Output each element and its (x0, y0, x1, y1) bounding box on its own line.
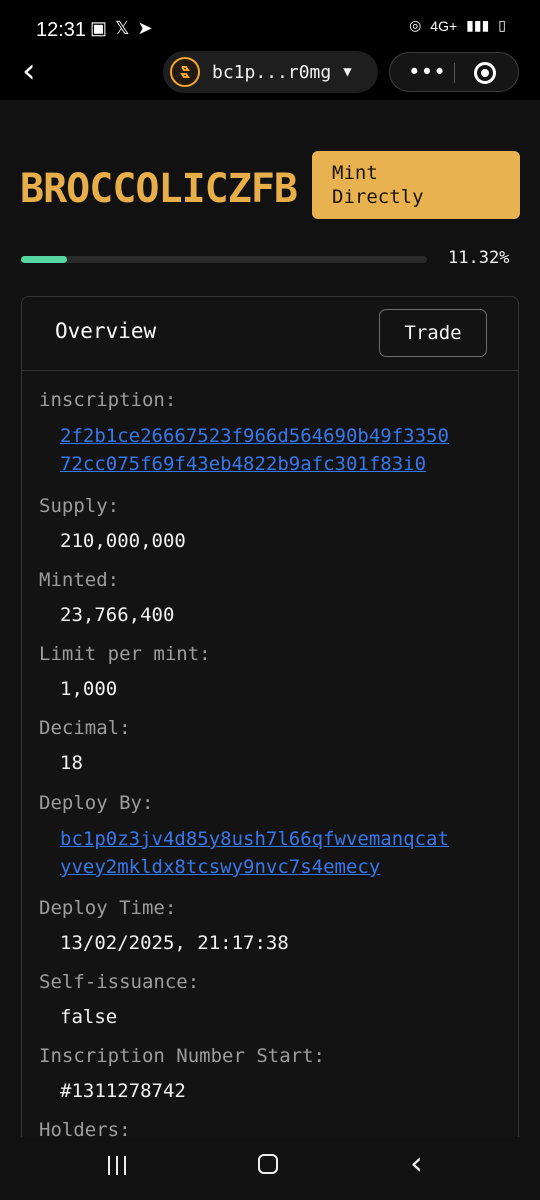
token-name: BROCCOLICZFB (20, 166, 298, 212)
system-status-icons: ◎ 4G+ ▮▮▮ ▯ (409, 17, 506, 34)
notification-icons: ▣ 𝕏 ➤ (90, 18, 153, 39)
supply-row: Supply: 210,000,000 (39, 494, 503, 554)
minted-value: 23,766,400 (60, 604, 175, 626)
target-icon[interactable] (474, 62, 496, 84)
chain-icon (180, 66, 190, 78)
limit-row: Limit per mint: 1,000 (39, 642, 503, 702)
tab-overview[interactable]: Overview (55, 319, 156, 343)
gallery-icon: ▣ (90, 18, 108, 38)
inscription-link[interactable]: 2f2b1ce26667523f966d564690b49f3350 72cc0… (60, 422, 500, 478)
inscription-start-row: Inscription Number Start: #1311278742 (39, 1044, 503, 1104)
decimal-value: 18 (60, 752, 83, 774)
card-header: Overview Trade (22, 297, 518, 371)
mint-progress-percent: 11.32% (448, 248, 510, 268)
limit-label: Limit per mint: (39, 643, 211, 665)
system-back-button[interactable]: ‹ (410, 1147, 430, 1179)
decimal-label: Decimal: (39, 717, 131, 739)
deploy-time-row: Deploy Time: 13/02/2025, 21:17:38 (39, 896, 503, 956)
divider (454, 63, 455, 83)
deploy-by-label: Deploy By: (39, 792, 154, 814)
wallet-selector[interactable]: bc1p...r0mg ▼ (163, 51, 378, 93)
battery-icon: ▯ (498, 17, 506, 33)
network-type: 4G+ (430, 17, 458, 34)
home-button[interactable] (258, 1154, 278, 1174)
status-time: 12:31 (36, 19, 87, 41)
app-bar: ‹ bc1p...r0mg ▼ ••• (0, 44, 540, 100)
mini-app-controls: ••• (389, 52, 519, 92)
back-button[interactable]: ‹ (22, 54, 48, 88)
mint-progress-fill (21, 256, 67, 263)
self-issuance-row: Self-issuance: false (39, 970, 503, 1030)
deploy-time-label: Deploy Time: (39, 897, 177, 919)
minted-label: Minted: (39, 569, 120, 591)
limit-value: 1,000 (60, 678, 118, 700)
signal-icon: ▮▮▮ (466, 17, 490, 33)
supply-value: 210,000,000 (60, 530, 186, 552)
android-navigation-bar: ‹ (0, 1137, 540, 1200)
more-icon[interactable]: ••• (408, 62, 446, 83)
deploy-by-row: Deploy By: bc1p0z3jv4d85y8ush7l66qfwvema… (39, 791, 503, 881)
inscription-label: inscription: (39, 389, 177, 411)
inscription-row: inscription: 2f2b1ce26667523f966d564690b… (39, 388, 503, 478)
decimal-row: Decimal: 18 (39, 716, 503, 776)
caret-down-icon: ▼ (343, 64, 352, 80)
self-issuance-value: false (60, 1006, 118, 1028)
self-issuance-label: Self-issuance: (39, 971, 200, 993)
recent-apps-button[interactable] (105, 1154, 129, 1178)
recent-line-icon (116, 1156, 118, 1175)
recent-line-icon (124, 1156, 126, 1175)
hotspot-icon: ◎ (409, 17, 422, 33)
supply-label: Supply: (39, 495, 120, 517)
token-details-card: Overview Trade inscription: 2f2b1ce26667… (21, 296, 519, 1196)
inscription-start-label: Inscription Number Start: (39, 1045, 325, 1067)
mint-directly-button[interactable]: Mint Directly (312, 151, 520, 219)
wallet-logo-icon (170, 57, 200, 87)
inscription-start-value: #1311278742 (60, 1080, 186, 1102)
minted-row: Minted: 23,766,400 (39, 568, 503, 628)
trade-button[interactable]: Trade (379, 309, 487, 357)
deploy-time-value: 13/02/2025, 21:17:38 (60, 932, 289, 954)
x-icon: 𝕏 (115, 18, 130, 38)
recent-line-icon (108, 1156, 110, 1175)
telegram-icon: ➤ (137, 18, 153, 38)
deploy-by-link[interactable]: bc1p0z3jv4d85y8ush7l66qfwvemanqcat yvey2… (60, 825, 500, 881)
mint-progress-bar (21, 256, 427, 263)
wallet-address: bc1p...r0mg (212, 61, 332, 83)
